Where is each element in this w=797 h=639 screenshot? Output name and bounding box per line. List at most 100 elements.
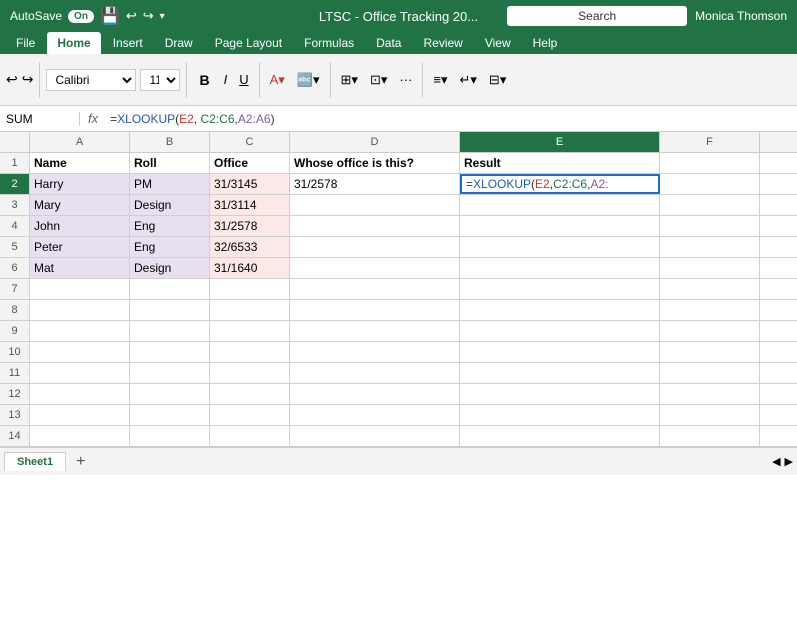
row-num-10[interactable]: 10 bbox=[0, 342, 30, 362]
bold-button[interactable]: B bbox=[193, 70, 215, 90]
ribbon-tab-draw[interactable]: Draw bbox=[155, 32, 203, 54]
col-header-e[interactable]: E bbox=[460, 132, 660, 152]
cell-b11[interactable] bbox=[130, 363, 210, 383]
cell-e7[interactable] bbox=[460, 279, 660, 299]
align-left-icon[interactable]: ≡▾ bbox=[429, 70, 451, 90]
add-sheet-button[interactable]: + bbox=[70, 453, 91, 471]
underline-button[interactable]: U bbox=[235, 70, 252, 89]
cell-d14[interactable] bbox=[290, 426, 460, 446]
redo-ribbon-icon[interactable]: ↪ bbox=[22, 71, 34, 88]
cell-c6[interactable]: 31/1640 bbox=[210, 258, 290, 278]
ribbon-tab-help[interactable]: Help bbox=[523, 32, 568, 54]
cell-c3[interactable]: 31/3114 bbox=[210, 195, 290, 215]
cell-a11[interactable] bbox=[30, 363, 130, 383]
save-icon[interactable]: 💾 bbox=[100, 6, 120, 26]
row-num-3[interactable]: 3 bbox=[0, 195, 30, 215]
cell-f13[interactable] bbox=[660, 405, 760, 425]
row-num-5[interactable]: 5 bbox=[0, 237, 30, 257]
cell-c12[interactable] bbox=[210, 384, 290, 404]
cell-a12[interactable] bbox=[30, 384, 130, 404]
cell-a2[interactable]: Harry bbox=[30, 174, 130, 194]
cell-d7[interactable] bbox=[290, 279, 460, 299]
cell-c13[interactable] bbox=[210, 405, 290, 425]
cell-d13[interactable] bbox=[290, 405, 460, 425]
merge-cells-icon[interactable]: ⊟▾ bbox=[485, 70, 510, 90]
cell-e13[interactable] bbox=[460, 405, 660, 425]
col-header-a[interactable]: A bbox=[30, 132, 130, 152]
cell-e8[interactable] bbox=[460, 300, 660, 320]
cell-a6[interactable]: Mat bbox=[30, 258, 130, 278]
cell-b2[interactable]: PM bbox=[130, 174, 210, 194]
cell-b8[interactable] bbox=[130, 300, 210, 320]
cell-b7[interactable] bbox=[130, 279, 210, 299]
cell-a5[interactable]: Peter bbox=[30, 237, 130, 257]
col-header-c[interactable]: C bbox=[210, 132, 290, 152]
cell-e5[interactable] bbox=[460, 237, 660, 257]
undo-ribbon-icon[interactable]: ↩ bbox=[6, 71, 18, 88]
cell-b14[interactable] bbox=[130, 426, 210, 446]
cell-f2[interactable] bbox=[660, 174, 760, 194]
col-header-d[interactable]: D bbox=[290, 132, 460, 152]
cell-c2[interactable]: 31/3145 bbox=[210, 174, 290, 194]
cell-e4[interactable] bbox=[460, 216, 660, 236]
cell-e3[interactable] bbox=[460, 195, 660, 215]
cell-d12[interactable] bbox=[290, 384, 460, 404]
scroll-right-icon[interactable]: ▶ bbox=[785, 455, 793, 468]
cell-c10[interactable] bbox=[210, 342, 290, 362]
cell-d1[interactable]: Whose office is this? bbox=[290, 153, 460, 173]
font-size-selector[interactable]: 11 bbox=[140, 69, 180, 91]
merge-icon[interactable]: ⊡▾ bbox=[366, 70, 391, 90]
cell-d11[interactable] bbox=[290, 363, 460, 383]
cell-d3[interactable] bbox=[290, 195, 460, 215]
ribbon-tab-insert[interactable]: Insert bbox=[103, 32, 153, 54]
row-num-11[interactable]: 11 bbox=[0, 363, 30, 383]
cell-e2[interactable]: =XLOOKUP(E2, C2:C6,A2: bbox=[460, 174, 660, 194]
cell-f11[interactable] bbox=[660, 363, 760, 383]
cell-c8[interactable] bbox=[210, 300, 290, 320]
font-color-icon[interactable]: A▾ bbox=[266, 70, 289, 90]
col-header-f[interactable]: F bbox=[660, 132, 760, 152]
cell-c5[interactable]: 32/6533 bbox=[210, 237, 290, 257]
cell-e11[interactable] bbox=[460, 363, 660, 383]
cell-b5[interactable]: Eng bbox=[130, 237, 210, 257]
search-box[interactable]: Search bbox=[507, 6, 687, 26]
redo-icon[interactable]: ↪ bbox=[143, 8, 154, 24]
cell-f6[interactable] bbox=[660, 258, 760, 278]
row-num-8[interactable]: 8 bbox=[0, 300, 30, 320]
autosave-toggle[interactable]: On bbox=[68, 10, 94, 23]
dropdown-icon[interactable]: ▾ bbox=[160, 11, 165, 22]
cell-reference-box[interactable]: SUM bbox=[0, 112, 80, 126]
ribbon-tab-view[interactable]: View bbox=[475, 32, 521, 54]
cell-c9[interactable] bbox=[210, 321, 290, 341]
cell-d10[interactable] bbox=[290, 342, 460, 362]
cell-f7[interactable] bbox=[660, 279, 760, 299]
cell-c14[interactable] bbox=[210, 426, 290, 446]
fill-color-icon[interactable]: 🔤▾ bbox=[293, 70, 324, 90]
cell-a3[interactable]: Mary bbox=[30, 195, 130, 215]
cell-d9[interactable] bbox=[290, 321, 460, 341]
more-ribbon-btn[interactable]: ··· bbox=[395, 70, 416, 89]
cell-a1[interactable]: Name bbox=[30, 153, 130, 173]
ribbon-tab-data[interactable]: Data bbox=[366, 32, 411, 54]
cell-e6[interactable] bbox=[460, 258, 660, 278]
cell-b13[interactable] bbox=[130, 405, 210, 425]
row-num-13[interactable]: 13 bbox=[0, 405, 30, 425]
cell-f5[interactable] bbox=[660, 237, 760, 257]
cell-f8[interactable] bbox=[660, 300, 760, 320]
col-header-b[interactable]: B bbox=[130, 132, 210, 152]
cell-c7[interactable] bbox=[210, 279, 290, 299]
cell-e12[interactable] bbox=[460, 384, 660, 404]
ribbon-tab-formulas[interactable]: Formulas bbox=[294, 32, 364, 54]
row-num-1[interactable]: 1 bbox=[0, 153, 30, 173]
cell-b3[interactable]: Design bbox=[130, 195, 210, 215]
cell-c11[interactable] bbox=[210, 363, 290, 383]
cell-b12[interactable] bbox=[130, 384, 210, 404]
cell-b1[interactable]: Roll bbox=[130, 153, 210, 173]
italic-button[interactable]: I bbox=[220, 70, 232, 89]
scroll-left-icon[interactable]: ◀ bbox=[772, 455, 780, 468]
cell-e10[interactable] bbox=[460, 342, 660, 362]
cell-c1[interactable]: Office bbox=[210, 153, 290, 173]
cell-d4[interactable] bbox=[290, 216, 460, 236]
cell-a10[interactable] bbox=[30, 342, 130, 362]
cell-d8[interactable] bbox=[290, 300, 460, 320]
